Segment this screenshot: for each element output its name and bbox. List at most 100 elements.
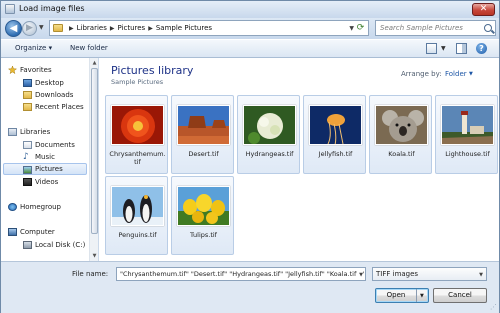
pictures-icon bbox=[23, 166, 32, 174]
command-bar: Organize ▾ New folder ▼ ? bbox=[1, 39, 499, 58]
tulips-thumbnail bbox=[177, 186, 230, 226]
sidebar-item-label: Pictures bbox=[35, 165, 63, 173]
sidebar-item-libraries[interactable]: Libraries bbox=[1, 126, 89, 138]
desktop-icon bbox=[23, 79, 32, 87]
breadcrumb-chevron-icon[interactable]: ▶ bbox=[110, 25, 115, 32]
disk-icon bbox=[23, 241, 32, 249]
file-name-label: Desert.tif bbox=[188, 150, 219, 158]
file-tile-jellyfish[interactable]: Jellyfish.tif bbox=[303, 95, 366, 174]
sidebar-item-documents[interactable]: Documents bbox=[1, 139, 89, 151]
navigation-scrollbar[interactable]: ▲ ▼ bbox=[89, 58, 98, 261]
new-folder-button[interactable]: New folder bbox=[70, 44, 108, 52]
sidebar-item-favorites[interactable]: Favorites bbox=[1, 64, 89, 76]
dialog-footer: File name: "Chrysanthemum.tif" "Desert.t… bbox=[1, 261, 499, 313]
resize-grip-icon[interactable]: ⋰ bbox=[490, 303, 497, 311]
sidebar-item-computer[interactable]: Computer bbox=[1, 226, 89, 238]
sidebar-item-pictures[interactable]: Pictures bbox=[3, 163, 87, 175]
scroll-up-icon[interactable]: ▲ bbox=[91, 59, 98, 67]
arrange-by-chevron-icon[interactable]: ▼ bbox=[469, 71, 473, 77]
file-name-label: Tulips.tif bbox=[190, 231, 217, 239]
homegroup-icon bbox=[8, 203, 17, 211]
breadcrumb-libraries[interactable]: Libraries bbox=[77, 24, 107, 32]
file-name-label: File name: bbox=[72, 270, 109, 278]
penguins-thumbnail bbox=[111, 186, 164, 226]
breadcrumb-chevron-icon[interactable]: ▶ bbox=[69, 25, 74, 32]
load-image-files-dialog: Load image files ✕ ◀ ▶ ▼ ▶ Libraries ▶ P… bbox=[0, 0, 500, 313]
navigation-bar: ◀ ▶ ▼ ▶ Libraries ▶ Pictures ▶ Sample Pi… bbox=[1, 18, 499, 39]
search-icon bbox=[484, 24, 492, 32]
breadcrumb-sample-pictures[interactable]: Sample Pictures bbox=[156, 24, 212, 32]
views-dropdown-icon[interactable]: ▼ bbox=[441, 45, 446, 52]
file-tile-lighthouse[interactable]: Lighthouse.tif bbox=[435, 95, 498, 174]
close-button[interactable]: ✕ bbox=[472, 3, 495, 16]
file-name-input[interactable]: "Chrysanthemum.tif" "Desert.tif" "Hydran… bbox=[116, 267, 366, 281]
lighthouse-thumbnail bbox=[441, 105, 494, 145]
folder-icon bbox=[53, 24, 63, 32]
help-icon[interactable]: ? bbox=[476, 43, 487, 54]
file-name-label: Hydrangeas.tif bbox=[245, 150, 294, 158]
sidebar-item-homegroup[interactable]: Homegroup bbox=[1, 201, 89, 213]
sidebar-item-label: Music bbox=[35, 153, 55, 161]
open-options-dropdown-icon[interactable]: ▼ bbox=[420, 293, 424, 299]
file-tile-penguins[interactable]: Penguins.tif bbox=[105, 176, 168, 255]
file-name-value: "Chrysanthemum.tif" "Desert.tif" "Hydran… bbox=[120, 270, 365, 278]
search-box[interactable]: Search Sample Pictures bbox=[375, 20, 496, 36]
file-name-dropdown-icon[interactable]: ▼ bbox=[357, 269, 363, 280]
file-tile-koala[interactable]: Koala.tif bbox=[369, 95, 432, 174]
views-icon[interactable] bbox=[426, 43, 437, 54]
file-list-pane: Pictures library Sample Pictures Arrange… bbox=[99, 58, 499, 261]
forward-button[interactable]: ▶ bbox=[22, 21, 37, 36]
refresh-icon[interactable]: ⟳ bbox=[355, 23, 366, 33]
videos-icon bbox=[23, 178, 32, 186]
address-dropdown-icon[interactable]: ▼ bbox=[349, 25, 354, 32]
sidebar-item-label: Local Disk (C:) bbox=[35, 241, 86, 249]
back-button[interactable]: ◀ bbox=[5, 20, 22, 37]
sidebar-item-label: Documents bbox=[35, 141, 75, 149]
breadcrumb-pictures[interactable]: Pictures bbox=[117, 24, 145, 32]
sidebar-item-recent-places[interactable]: Recent Places bbox=[1, 101, 89, 113]
sidebar-item-label: Favorites bbox=[20, 66, 52, 74]
sidebar-item-desktop[interactable]: Desktop bbox=[1, 77, 89, 89]
documents-icon bbox=[23, 141, 32, 149]
title-bar[interactable]: Load image files ✕ bbox=[1, 1, 499, 18]
file-type-value: TIFF images bbox=[376, 270, 419, 278]
sidebar-item-label: Computer bbox=[20, 228, 55, 236]
preview-pane-icon[interactable] bbox=[456, 43, 467, 54]
desert-thumbnail bbox=[177, 105, 230, 145]
breadcrumb-chevron-icon[interactable]: ▶ bbox=[148, 25, 153, 32]
file-name-label: Jellyfish.tif bbox=[318, 150, 353, 158]
file-name-label: Koala.tif bbox=[388, 150, 415, 158]
app-icon bbox=[5, 4, 15, 14]
sidebar-item-local-disk[interactable]: Local Disk (C:) bbox=[1, 239, 89, 251]
recent-pages-chevron-icon[interactable]: ▼ bbox=[39, 24, 44, 31]
file-tile-tulips[interactable]: Tulips.tif bbox=[171, 176, 234, 255]
downloads-icon bbox=[23, 91, 32, 99]
arrange-by-dropdown[interactable]: Folder bbox=[445, 70, 467, 78]
jellyfish-thumbnail bbox=[309, 105, 362, 145]
sidebar-item-downloads[interactable]: Downloads bbox=[1, 89, 89, 101]
scroll-down-icon[interactable]: ▼ bbox=[91, 252, 98, 260]
window-title: Load image files bbox=[19, 4, 85, 13]
search-input[interactable]: Search Sample Pictures bbox=[380, 24, 463, 32]
sidebar-item-music[interactable]: ♪ Music bbox=[1, 151, 89, 163]
star-icon bbox=[8, 66, 17, 74]
file-name-label: Penguins.tif bbox=[118, 231, 157, 239]
cancel-button[interactable]: Cancel bbox=[433, 288, 487, 303]
scrollbar-thumb[interactable] bbox=[91, 68, 98, 234]
navigation-pane: Favorites Desktop Downloads Recent Place… bbox=[1, 58, 98, 261]
file-type-select[interactable]: TIFF images ▼ bbox=[372, 267, 487, 281]
chrysanthemum-thumbnail bbox=[111, 105, 164, 145]
sidebar-item-label: Libraries bbox=[20, 128, 51, 136]
sidebar-item-videos[interactable]: Videos bbox=[1, 176, 89, 188]
koala-thumbnail bbox=[375, 105, 428, 145]
sidebar-item-label: Videos bbox=[35, 178, 59, 186]
file-type-dropdown-icon[interactable]: ▼ bbox=[479, 269, 483, 281]
file-name-label: Lighthouse.tif bbox=[445, 150, 490, 158]
libraries-icon bbox=[8, 128, 17, 136]
library-subtitle: Sample Pictures bbox=[111, 78, 164, 86]
file-tile-chrysanthemum[interactable]: Chrysanthemum. tif bbox=[105, 95, 168, 174]
organize-button[interactable]: Organize ▾ bbox=[15, 44, 52, 52]
file-tile-hydrangeas[interactable]: Hydrangeas.tif bbox=[237, 95, 300, 174]
address-bar[interactable]: ▶ Libraries ▶ Pictures ▶ Sample Pictures… bbox=[49, 20, 369, 36]
file-tile-desert[interactable]: Desert.tif bbox=[171, 95, 234, 174]
